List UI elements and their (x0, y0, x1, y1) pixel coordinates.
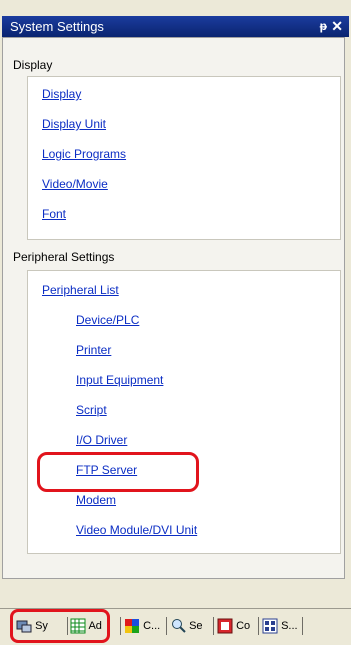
tab-label-se: Se (189, 620, 203, 632)
close-icon[interactable]: ✕ (331, 16, 343, 37)
link-video-movie[interactable]: Video/Movie (42, 177, 108, 191)
pin-icon[interactable]: ᵽ (320, 16, 327, 37)
tab-separator (302, 617, 303, 635)
screen-list-icon (262, 618, 278, 634)
panel-titlebar: System Settings ᵽ ✕ (2, 16, 349, 37)
link-device-plc[interactable]: Device/PLC (76, 313, 139, 327)
link-display-unit[interactable]: Display Unit (42, 117, 106, 131)
tab-common[interactable]: Co (217, 615, 250, 637)
display-section-header: Display (13, 58, 53, 72)
tab-label-s: S... (281, 620, 298, 632)
link-modem[interactable]: Modem (76, 493, 116, 507)
link-peripheral-list[interactable]: Peripheral List (42, 283, 119, 297)
link-io-driver[interactable]: I/O Driver (76, 433, 127, 447)
tab-label-c: C... (143, 620, 161, 632)
link-video-module-dvi[interactable]: Video Module/DVI Unit (76, 523, 197, 537)
tab-screen-list[interactable]: S... (262, 615, 298, 637)
link-font[interactable]: Font (42, 207, 66, 221)
tab-color[interactable]: C... (124, 615, 160, 637)
peripheral-card: Peripheral List Device/PLC Printer Input… (27, 270, 341, 554)
tab-search[interactable]: Se (170, 615, 203, 637)
common-icon (217, 618, 233, 634)
peripheral-section-header: Peripheral Settings (13, 250, 115, 264)
color-palette-icon (124, 618, 140, 634)
search-icon (170, 618, 186, 634)
tab-separator (258, 617, 259, 635)
settings-content: Display Display Display Unit Logic Progr… (2, 37, 345, 579)
ftp-server-highlight (37, 452, 199, 492)
tab-separator (120, 617, 121, 635)
tab-separator (213, 617, 214, 635)
tab-highlight (10, 609, 110, 643)
link-logic-programs[interactable]: Logic Programs (42, 147, 126, 161)
display-card: Display Display Unit Logic Programs Vide… (27, 76, 341, 240)
tab-separator (166, 617, 167, 635)
system-settings-panel: System Settings ᵽ ✕ Display Display Disp… (0, 0, 351, 645)
bottom-tab-strip: Sy Ad C... Se Co S... (0, 608, 351, 645)
link-input-equipment[interactable]: Input Equipment (76, 373, 163, 387)
tab-label-co: Co (236, 620, 251, 632)
link-printer[interactable]: Printer (76, 343, 111, 357)
link-script[interactable]: Script (76, 403, 107, 417)
link-display[interactable]: Display (42, 87, 81, 101)
panel-title: System Settings (10, 19, 104, 34)
